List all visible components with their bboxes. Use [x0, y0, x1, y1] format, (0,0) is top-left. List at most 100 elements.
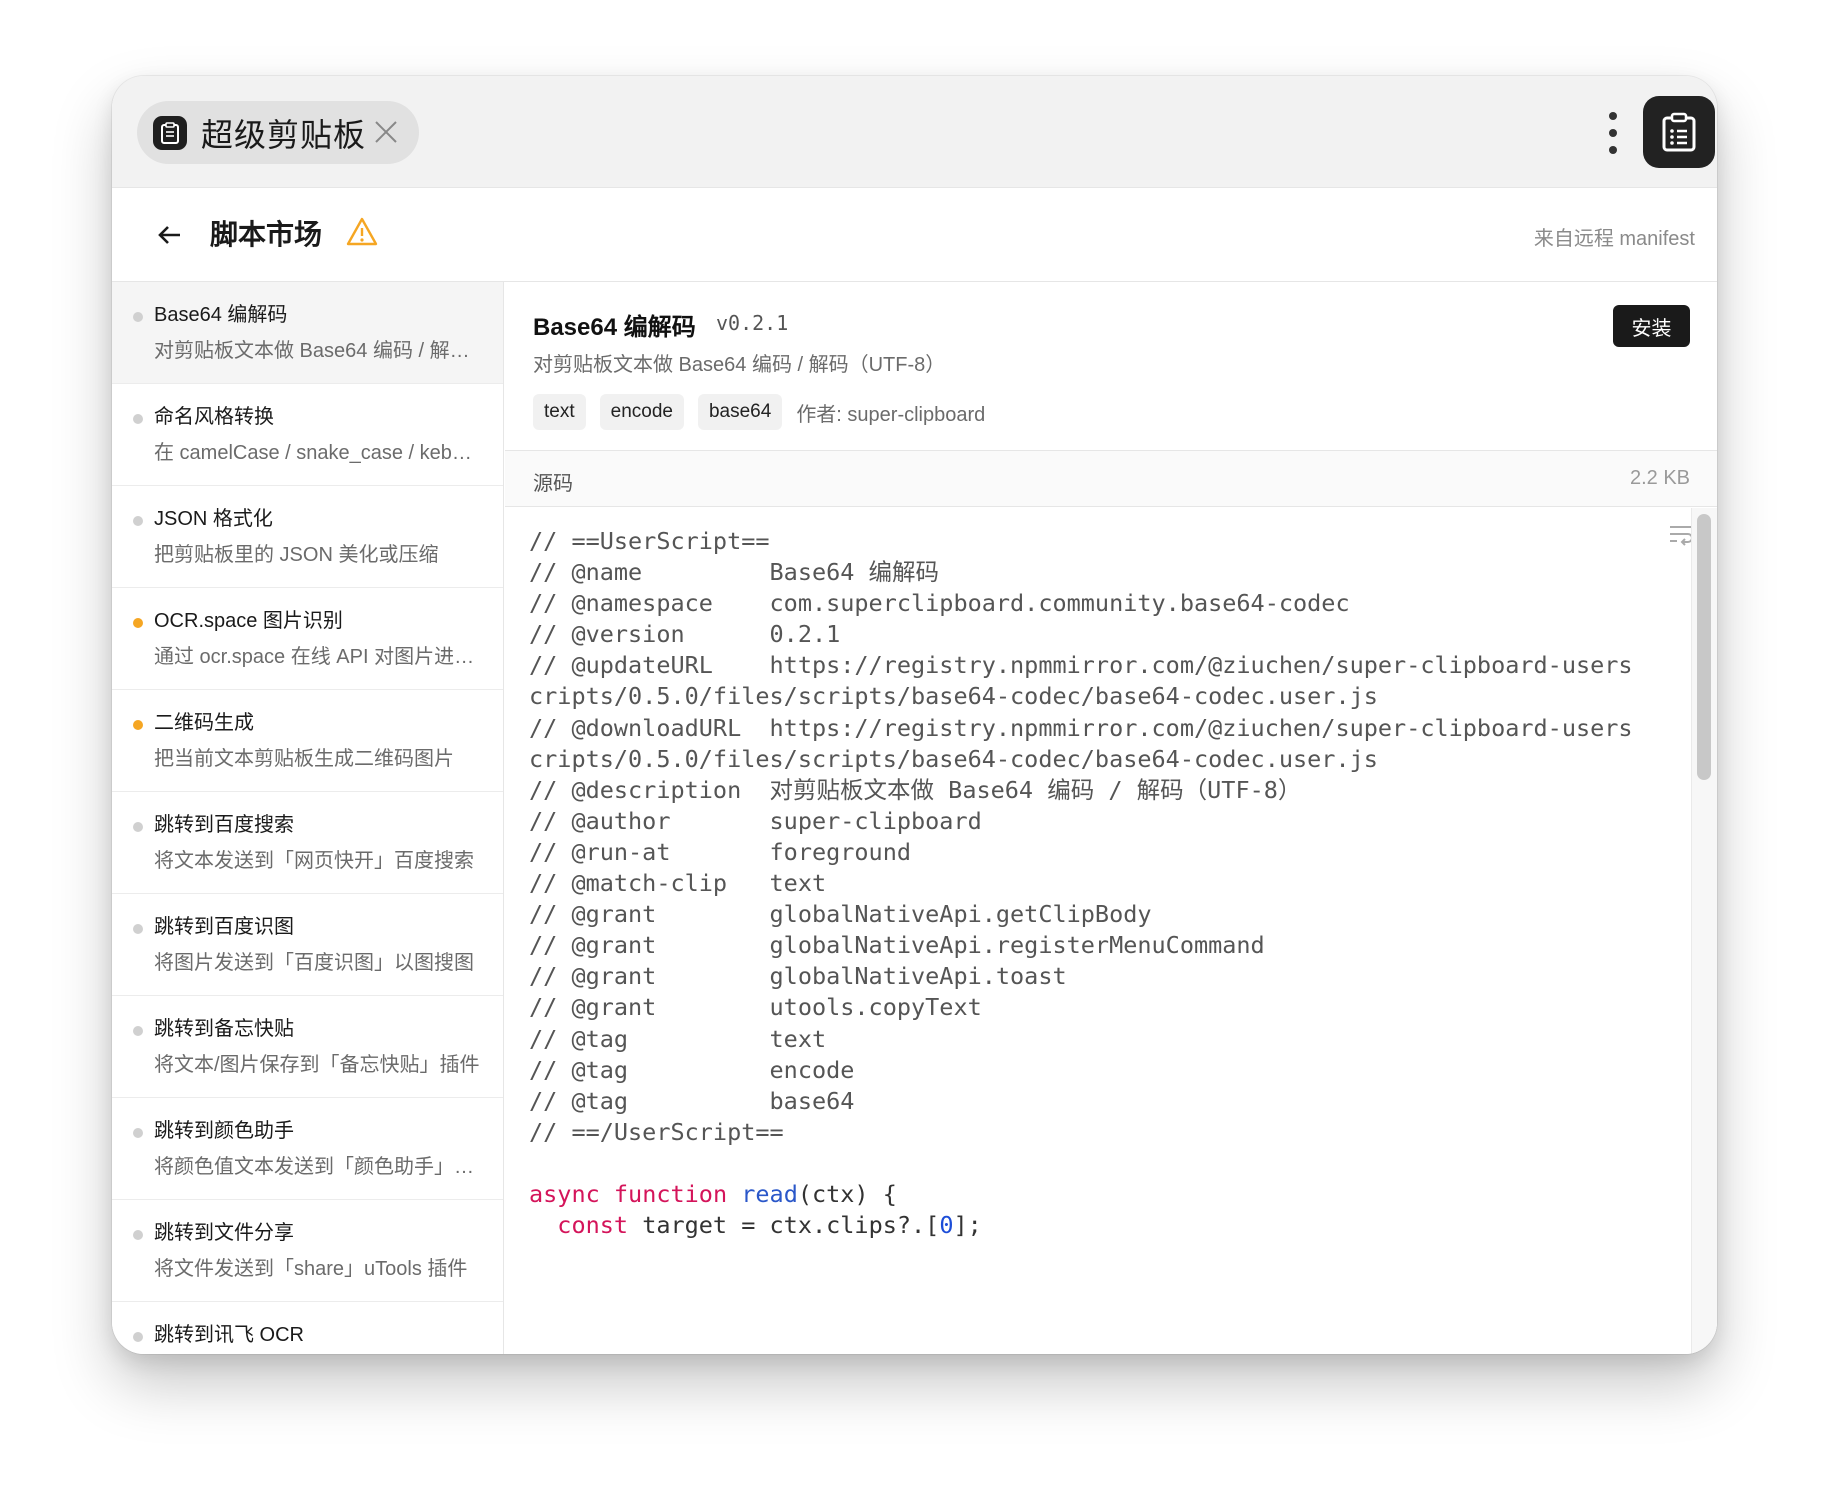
status-dot — [133, 1026, 143, 1036]
code-line: // @updateURL https://registry.npmmirror… — [529, 651, 1633, 680]
code-line: // @grant globalNativeApi.getClipBody — [529, 900, 1152, 929]
code-line: // @match-clip text — [529, 869, 827, 898]
app-tab[interactable]: 超级剪贴板 — [137, 101, 419, 164]
code-block: // ==UserScript== // @name Base64 编解码 //… — [529, 526, 1633, 1241]
item-name: 跳转到百度识图 — [154, 916, 294, 938]
app-name: 超级剪贴板 — [201, 116, 367, 153]
code-line: // @tag text — [529, 1024, 827, 1053]
status-dot — [133, 618, 143, 628]
warning-icon[interactable] — [345, 215, 379, 249]
list-item[interactable]: Base64 编解码 对剪贴板文本做 Base64 编码 / 解码（UTF-8） — [112, 282, 503, 384]
code-viewer[interactable]: // ==UserScript== // @name Base64 编解码 //… — [505, 508, 1685, 1354]
code-keyword: const — [557, 1211, 629, 1240]
code-line: // @downloadURL https://registry.npmmirr… — [529, 713, 1633, 742]
code-line: // @run-at foreground — [529, 837, 912, 866]
item-desc: 将文本发送到「网页快开」百度搜索 — [154, 850, 474, 872]
code-keyword: async — [529, 1179, 600, 1208]
list-item[interactable]: JSON 格式化 把剪贴板里的 JSON 美化或压缩 — [112, 486, 503, 588]
code-line: // @description 对剪贴板文本做 Base64 编码 / 解码（U… — [529, 775, 1302, 804]
list-item[interactable]: 跳转到颜色助手 将颜色值文本发送到「颜色助手」插件 — [112, 1098, 503, 1200]
item-name: 命名风格转换 — [154, 406, 274, 428]
page-title: 脚本市场 — [210, 219, 323, 250]
page-header: 脚本市场 来自远程 manifest — [112, 188, 1717, 282]
status-dot — [133, 1230, 143, 1240]
item-desc: 将文本/图片保存到「备忘快贴」插件 — [154, 1054, 480, 1076]
item-name: 跳转到讯飞 OCR — [154, 1324, 304, 1346]
list-item[interactable]: 跳转到文件分享 将文件发送到「share」uTools 插件 — [112, 1200, 503, 1302]
script-detail: Base64 编解码 v0.2.1 对剪贴板文本做 Base64 编码 / 解码… — [505, 282, 1717, 1354]
code-line: // ==UserScript== — [529, 527, 770, 555]
clipboard-list-icon[interactable] — [1643, 96, 1715, 168]
code-text: ]; — [953, 1211, 982, 1240]
code-line: // @tag base64 — [529, 1086, 855, 1115]
item-name: 跳转到备忘快贴 — [154, 1018, 294, 1040]
status-dot — [133, 1128, 143, 1138]
code-function-name: read — [741, 1179, 798, 1208]
code-number: 0 — [939, 1211, 954, 1240]
list-item[interactable]: OCR.space 图片识别 通过 ocr.space 在线 API 对图片进行… — [112, 588, 503, 690]
list-item[interactable]: 跳转到百度识图 将图片发送到「百度识图」以图搜图 — [112, 894, 503, 996]
status-dot — [133, 414, 143, 424]
tag: base64 — [697, 394, 783, 430]
source-label: 来自远程 manifest — [1533, 228, 1695, 250]
scrollbar-thumb[interactable] — [1697, 514, 1711, 780]
item-desc: 将图片发送到「百度识图」以图搜图 — [154, 952, 474, 974]
status-dot — [133, 1332, 143, 1342]
status-dot — [133, 822, 143, 832]
list-item[interactable]: 跳转到百度搜索 将文本发送到「网页快开」百度搜索 — [112, 792, 503, 894]
tag-list: text encode base64 作者: super-clipboard — [533, 394, 985, 430]
list-item[interactable]: 命名风格转换 在 camelCase / snake_case / kebab-… — [112, 384, 503, 486]
list-item[interactable]: 跳转到讯飞 OCR — [112, 1302, 503, 1354]
script-description: 对剪贴板文本做 Base64 编码 / 解码（UTF-8） — [533, 354, 946, 376]
status-dot — [133, 720, 143, 730]
code-line: // @grant globalNativeApi.toast — [529, 962, 1067, 991]
code-text: target = ctx.clips?.[ — [628, 1211, 940, 1240]
script-version: v0.2.1 — [716, 311, 789, 335]
item-name: 跳转到百度搜索 — [154, 814, 294, 836]
item-desc: 把当前文本剪贴板生成二维码图片 — [154, 748, 454, 770]
item-name: 二维码生成 — [154, 712, 254, 734]
detail-header: Base64 编解码 v0.2.1 对剪贴板文本做 Base64 编码 / 解码… — [505, 282, 1717, 451]
item-desc: 将文件发送到「share」uTools 插件 — [154, 1258, 468, 1280]
code-line: cripts/0.5.0/files/scripts/base64-codec/… — [529, 682, 1378, 711]
item-name: 跳转到颜色助手 — [154, 1120, 294, 1142]
code-text: (ctx) { — [797, 1179, 897, 1208]
code-line: cripts/0.5.0/files/scripts/base64-codec/… — [529, 744, 1378, 773]
code-line: // @grant utools.copyText — [529, 993, 982, 1022]
code-line: // ==/UserScript== — [529, 1117, 784, 1146]
item-desc: 将颜色值文本发送到「颜色助手」插件 — [154, 1156, 483, 1178]
item-name: 跳转到文件分享 — [154, 1222, 294, 1244]
status-dot — [133, 312, 143, 322]
status-dot — [133, 516, 143, 526]
item-desc: 对剪贴板文本做 Base64 编码 / 解码（UTF-8） — [154, 340, 483, 362]
title-bar: 超级剪贴板 — [112, 76, 1717, 188]
script-list: Base64 编解码 对剪贴板文本做 Base64 编码 / 解码（UTF-8）… — [112, 282, 504, 1354]
close-icon[interactable] — [371, 117, 401, 147]
item-name: OCR.space 图片识别 — [154, 610, 343, 632]
tag: text — [533, 394, 586, 430]
item-name: JSON 格式化 — [154, 508, 273, 530]
source-bar: 源码 2.2 KB — [505, 451, 1717, 507]
script-title: Base64 编解码 — [533, 314, 696, 341]
code-keyword: function — [613, 1179, 728, 1208]
source-size: 2.2 KB — [1629, 467, 1690, 489]
code-line: // @namespace com.superclipboard.communi… — [529, 589, 1350, 618]
install-button[interactable]: 安装 — [1613, 305, 1690, 347]
code-line: // @version 0.2.1 — [529, 620, 841, 649]
back-arrow-icon[interactable] — [152, 218, 186, 252]
item-name: Base64 编解码 — [154, 304, 288, 326]
more-vertical-icon[interactable] — [1607, 112, 1619, 154]
list-item[interactable]: 二维码生成 把当前文本剪贴板生成二维码图片 — [112, 690, 503, 792]
code-line: // @author super-clipboard — [529, 806, 982, 835]
code-line: // @tag encode — [529, 1055, 855, 1084]
list-item[interactable]: 跳转到备忘快贴 将文本/图片保存到「备忘快贴」插件 — [112, 996, 503, 1098]
code-line: // @name Base64 编解码 — [529, 558, 940, 587]
author: 作者: super-clipboard — [796, 403, 986, 426]
clipboard-icon — [153, 115, 187, 150]
item-desc: 通过 ocr.space 在线 API 对图片进行文字识别 — [154, 646, 483, 668]
item-desc: 把剪贴板里的 JSON 美化或压缩 — [154, 544, 439, 566]
source-label: 源码 — [533, 473, 573, 495]
code-line: // @grant globalNativeApi.registerMenuCo… — [529, 931, 1265, 960]
tag: encode — [599, 394, 684, 430]
status-dot — [133, 924, 143, 934]
